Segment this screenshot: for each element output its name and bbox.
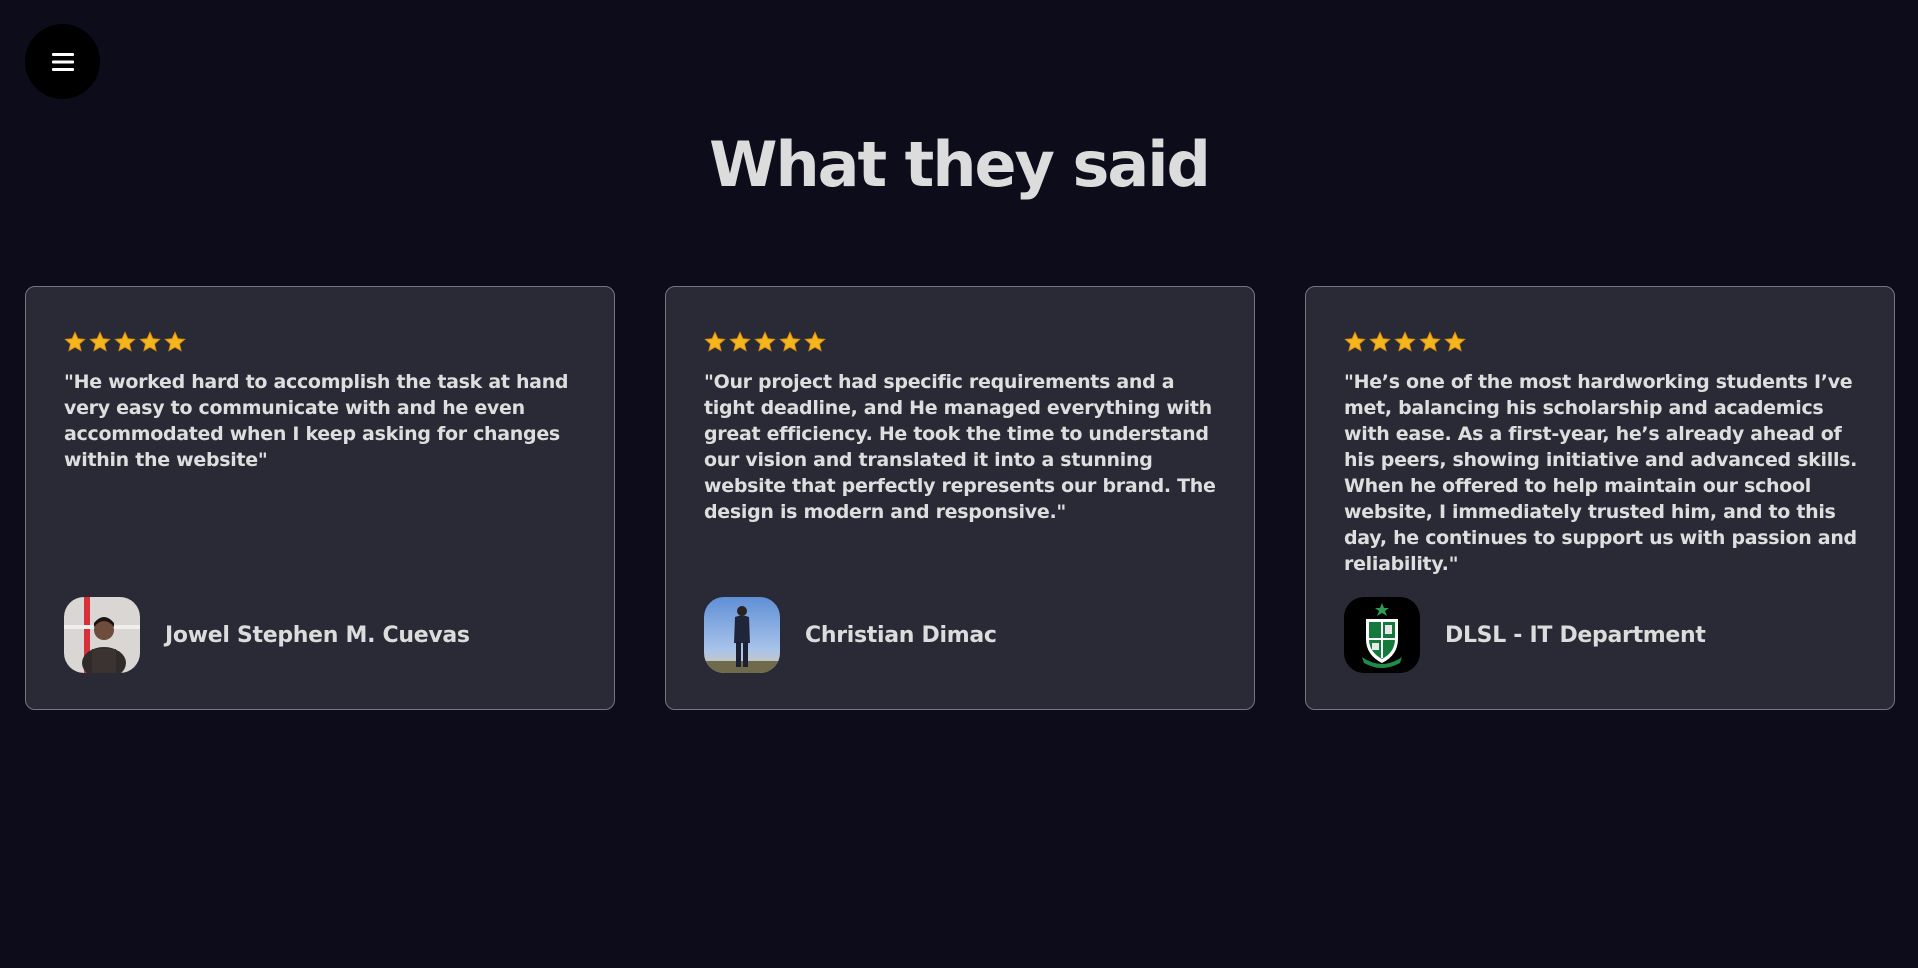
- testimonial-quote: "He’s one of the most hardworking studen…: [1344, 371, 1858, 575]
- author-name: Christian Dimac: [805, 622, 997, 648]
- avatar: [1344, 597, 1420, 673]
- star-rating: [1344, 331, 1466, 353]
- star-icon: [164, 331, 186, 352]
- author-name: Jowel Stephen M. Cuevas: [165, 622, 470, 648]
- testimonial-author: Jowel Stephen M. Cuevas: [64, 597, 470, 673]
- star-icon: [704, 331, 726, 352]
- star-icon: [1369, 331, 1391, 352]
- testimonial-quote: "Our project had specific requirements a…: [704, 371, 1216, 523]
- section-title: What they said: [709, 128, 1211, 201]
- star-icon: [114, 331, 136, 352]
- star-icon: [1344, 331, 1366, 352]
- hamburger-icon: [51, 52, 74, 71]
- avatar: [704, 597, 780, 673]
- star-icon: [1394, 331, 1416, 352]
- star-icon: [64, 331, 86, 352]
- testimonial-card: "He’s one of the most hardworking studen…: [1305, 286, 1895, 710]
- menu-button[interactable]: [25, 24, 100, 99]
- testimonial-author: Christian Dimac: [704, 597, 997, 673]
- star-icon: [89, 331, 111, 352]
- testimonial-quote: "He worked hard to accomplish the task a…: [64, 371, 569, 471]
- star-icon: [1419, 331, 1441, 352]
- testimonial-card: "He worked hard to accomplish the task a…: [25, 286, 615, 710]
- star-rating: [64, 331, 186, 353]
- testimonial-author: DLSL - IT Department: [1344, 597, 1706, 673]
- star-icon: [1444, 331, 1466, 352]
- star-icon: [754, 331, 776, 352]
- star-rating: [704, 331, 826, 353]
- author-name: DLSL - IT Department: [1445, 622, 1706, 648]
- star-icon: [779, 331, 801, 352]
- star-icon: [729, 331, 751, 352]
- star-icon: [804, 331, 826, 352]
- avatar: [64, 597, 140, 673]
- star-icon: [139, 331, 161, 352]
- testimonial-card: "Our project had specific requirements a…: [665, 286, 1255, 710]
